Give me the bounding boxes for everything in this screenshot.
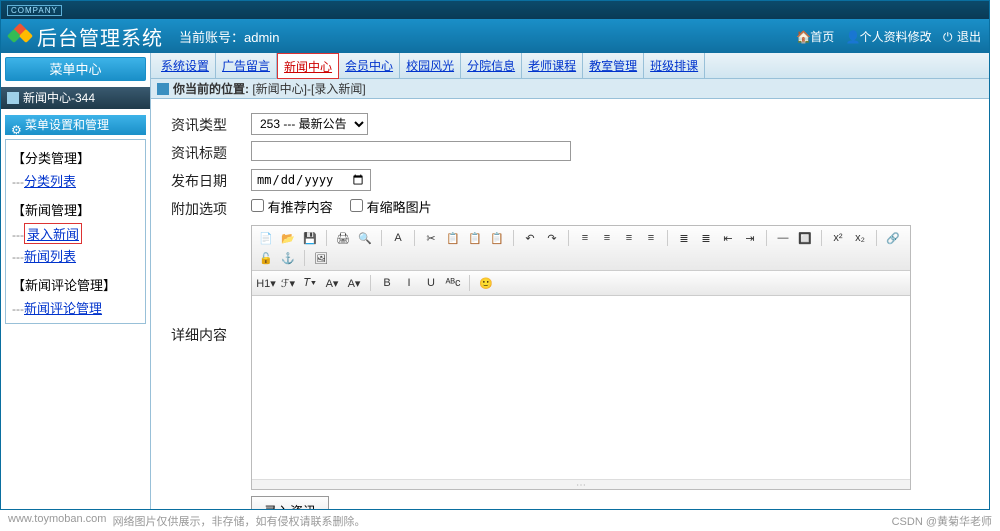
sidebar-panel: 【分类管理】 ---分类列表 【新闻管理】 ---录入新闻 ---新闻列表 【新… (5, 139, 146, 324)
editor-resize-handle[interactable]: ⋯ (252, 479, 910, 489)
company-badge: COMPANY (7, 5, 62, 16)
editor-tool-icon[interactable]: I (401, 275, 417, 291)
tab-news[interactable]: 新闻中心 (277, 53, 339, 79)
editor-tool-icon[interactable]: B (379, 275, 395, 291)
profile-icon: 👤 (846, 30, 858, 42)
checkbox-recommend[interactable]: 有推荐内容 (251, 200, 333, 215)
editor-tool-icon[interactable]: x₂ (852, 230, 868, 246)
editor-tool-icon[interactable]: x² (830, 230, 846, 246)
editor-tool-icon[interactable]: ≡ (643, 230, 659, 246)
footer-url: www.toymoban.com (8, 513, 106, 529)
editor-tool-icon[interactable]: ≣ (698, 230, 714, 246)
sidebar-menu-center[interactable]: 菜单中心 (5, 57, 146, 81)
editor-tool-icon[interactable]: ↷ (544, 230, 560, 246)
tab-classroom[interactable]: 教室管理 (583, 53, 644, 79)
editor-tool-icon[interactable]: 𝑇▾ (302, 275, 318, 291)
editor-tool-icon[interactable]: 🖨 (335, 230, 351, 246)
type-select[interactable]: 253 --- 最新公告 (251, 113, 368, 135)
editor-tool-icon[interactable]: — (775, 230, 791, 246)
editor-textarea[interactable] (252, 296, 910, 476)
editor-tool-icon[interactable]: 💾 (302, 230, 318, 246)
logout-icon: ⏻ (943, 30, 955, 42)
footer-credit: CSDN @黄菊华老师 (892, 513, 992, 529)
header-links: 🏠首页 👤个人资料修改 ⏻退出 (788, 28, 981, 45)
editor-tool-icon[interactable]: 📂 (280, 230, 296, 246)
editor-tool-icon[interactable]: ↶ (522, 230, 538, 246)
checkbox-thumb[interactable]: 有缩略图片 (350, 200, 432, 215)
location-icon (157, 83, 169, 95)
tab-ads[interactable]: 广告留言 (216, 53, 277, 79)
editor-tool-icon[interactable]: A▾ (346, 275, 362, 291)
sidebar-subhead: ⚙ 菜单设置和管理 (5, 115, 146, 135)
tab-members[interactable]: 会员中心 (339, 53, 400, 79)
app-title: 后台管理系统 (37, 22, 163, 51)
editor-toolbar: 📄 📂 💾 🖨 🔍 A ✂ 📋 📋 📋 ↶ ↷ ≡ ≡ ≡ ≡ ≣ ≣ ⇤ ⇥ — 🔲 x² x₂ 🔗 🔓 ⚓ 🖼 (252, 226, 910, 271)
editor-tool-icon[interactable]: 📋 (445, 230, 461, 246)
editor-tool-icon[interactable]: 📋 (467, 230, 483, 246)
sidebar-news-center[interactable]: 新闻中心-344 (1, 87, 150, 109)
tab-system[interactable]: 系统设置 (155, 53, 216, 79)
tab-teacher[interactable]: 老师课程 (522, 53, 583, 79)
home-icon: 🏠 (796, 30, 808, 42)
editor-tool-icon[interactable]: ≡ (621, 230, 637, 246)
editor-tool-icon[interactable]: A (390, 230, 406, 246)
window-titlebar: COMPANY (1, 1, 989, 19)
sidebar-item-add-news[interactable]: ---录入新闻 (12, 223, 139, 244)
group-title: 【新闻管理】 (12, 200, 139, 219)
tab-schedule[interactable]: 班级排课 (644, 53, 705, 79)
folder-icon (7, 92, 19, 104)
label-content: 详细内容 (171, 225, 251, 345)
label-type: 资讯类型 (171, 113, 251, 135)
sidebar-item-comments[interactable]: ---新闻评论管理 (12, 298, 139, 317)
header-bar: 后台管理系统 当前账号：admin 🏠首页 👤个人资料修改 ⏻退出 (1, 19, 989, 53)
tab-branch[interactable]: 分院信息 (461, 53, 522, 79)
submit-button[interactable]: 录入资讯 (251, 496, 329, 509)
tab-campus[interactable]: 校园风光 (400, 53, 461, 79)
tab-bar: 系统设置 广告留言 新闻中心 会员中心 校园风光 分院信息 老师课程 教室管理 … (151, 53, 989, 79)
group-title: 【新闻评论管理】 (12, 275, 139, 294)
breadcrumb: 你当前的位置: [新闻中心]-[录入新闻] (151, 79, 989, 99)
rich-editor: 📄 📂 💾 🖨 🔍 A ✂ 📋 📋 📋 ↶ ↷ ≡ ≡ ≡ ≡ ≣ ≣ ⇤ ⇥ — 🔲 x² x₂ 🔗 🔓 ⚓ 🖼 H1▾ ℱ▾ 𝑇▾ A▾… (251, 225, 911, 490)
gear-icon: ⚙ (11, 120, 21, 130)
label-title: 资讯标题 (171, 141, 251, 163)
editor-tool-icon[interactable]: 📋 (489, 230, 505, 246)
date-input[interactable] (251, 169, 371, 191)
sidebar-item-news-list[interactable]: ---新闻列表 (12, 246, 139, 265)
editor-tool-icon[interactable]: ⇤ (720, 230, 736, 246)
editor-tool-icon[interactable]: 🔍 (357, 230, 373, 246)
sidebar: 菜单中心 新闻中心-344 ⚙ 菜单设置和管理 【分类管理】 ---分类列表 【… (1, 53, 151, 509)
editor-tool-icon[interactable]: ≣ (676, 230, 692, 246)
editor-tool-icon[interactable]: ⇥ (742, 230, 758, 246)
main-area: 系统设置 广告留言 新闻中心 会员中心 校园风光 分院信息 老师课程 教室管理 … (151, 53, 989, 509)
editor-tool-icon[interactable]: 🖼 (313, 250, 329, 266)
editor-tool-icon[interactable]: ᴬᴮᴄ (445, 275, 461, 291)
label-date: 发布日期 (171, 169, 251, 191)
logout-link[interactable]: ⏻退出 (943, 28, 981, 45)
editor-tool-icon[interactable]: ✂ (423, 230, 439, 246)
editor-tool-icon[interactable]: 📄 (258, 230, 274, 246)
sidebar-item-category-list[interactable]: ---分类列表 (12, 171, 139, 190)
group-title: 【分类管理】 (12, 148, 139, 167)
editor-tool-icon[interactable]: ≡ (577, 230, 593, 246)
profile-link[interactable]: 👤个人资料修改 (846, 28, 932, 45)
footer-note: 网络图片仅供展示，非存储，如有侵权请联系删除。 (113, 513, 366, 529)
editor-toolbar-2: H1▾ ℱ▾ 𝑇▾ A▾ A▾ BIUᴬᴮᴄ 🙂 (252, 271, 910, 296)
app-logo-icon (9, 25, 31, 47)
title-input[interactable] (251, 141, 571, 161)
editor-tool-icon[interactable]: U (423, 275, 439, 291)
editor-tool-icon[interactable]: 🔗 (885, 230, 901, 246)
editor-tool-icon[interactable]: ⚓ (280, 250, 296, 266)
editor-tool-icon[interactable]: 🔲 (797, 230, 813, 246)
editor-tool-icon[interactable]: 🔓 (258, 250, 274, 266)
home-link[interactable]: 🏠首页 (796, 28, 834, 45)
editor-tool-icon[interactable]: ≡ (599, 230, 615, 246)
editor-tool-icon[interactable]: 🙂 (478, 275, 494, 291)
editor-tool-icon[interactable]: A▾ (324, 275, 340, 291)
label-extra: 附加选项 (171, 197, 251, 219)
page-footer: www.toymoban.com 网络图片仅供展示，非存储，如有侵权请联系删除。… (0, 513, 1000, 529)
account-info: 当前账号：admin (179, 27, 279, 46)
form-area: 资讯类型 253 --- 最新公告 资讯标题 发布日期 (151, 99, 989, 509)
editor-tool-icon[interactable]: H1▾ (258, 275, 274, 291)
editor-tool-icon[interactable]: ℱ▾ (280, 275, 296, 291)
